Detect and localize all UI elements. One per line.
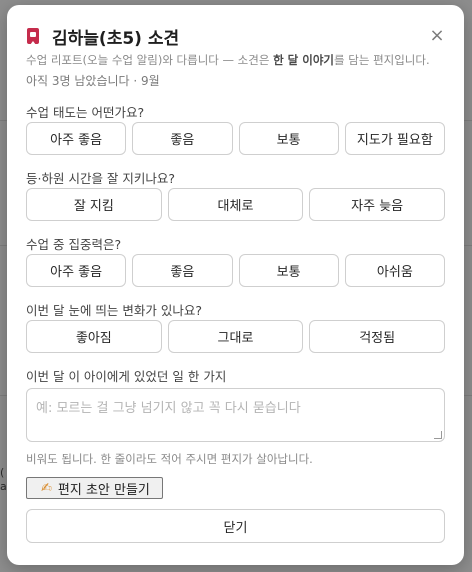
option-group: 좋아짐 그대로 걱정됨 [26,320,445,353]
close-button[interactable]: 닫기 [26,509,445,543]
question-label: 이번 달 눈에 띄는 변화가 있나요? [26,303,203,318]
modal-header: 김하늘(초5) 소견 × [26,23,445,49]
option-button[interactable]: 걱정됨 [309,320,445,353]
option-button[interactable]: 보통 [238,122,339,155]
option-button[interactable]: 자주 늦음 [309,188,445,221]
option-button[interactable]: 보통 [238,254,339,287]
option-group: 아주 좋음 좋음 보통 아쉬움 [26,254,445,287]
option-button[interactable]: 아쉬움 [344,254,445,287]
modal-title: 김하늘(초5) 소견 [52,28,180,49]
option-group: 아주 좋음 좋음 보통 지도가 필요함 [26,122,445,155]
make-draft-label: 편지 초안 만들기 [57,482,150,498]
resize-grip-icon[interactable] [434,431,442,439]
question-label: 수업 태도는 어떤가요? [26,105,145,120]
option-button[interactable]: 좋아짐 [26,320,162,353]
writing-hand-icon: ✍ [41,480,52,496]
close-icon[interactable]: × [429,27,445,45]
optional-hint: 비워도 됩니다. 한 줄이라도 적어 주시면 편지가 살아납니다. [26,452,313,466]
remaining-count: 아직 3명 남았습니다 · 9월 [26,74,160,88]
option-button[interactable]: 지도가 필요함 [344,122,445,155]
option-button[interactable]: 아주 좋음 [26,254,127,287]
option-button[interactable]: 잘 지킴 [26,188,162,221]
story-placeholder: 예: 모르는 걸 그냥 넘기지 않고 꼭 다시 묻습니다 [36,401,301,416]
option-group: 잘 지킴 대체로 자주 늦음 [26,188,445,221]
option-button[interactable]: 좋음 [132,254,233,287]
make-draft-button[interactable]: ✍ 편지 초안 만들기 [26,477,163,499]
opinion-modal: 김하늘(초5) 소견 × 수업 리포트(오늘 수업 알림)와 다릅니다 — 소견… [7,5,464,565]
option-button[interactable]: 그대로 [167,320,304,353]
option-button[interactable]: 아주 좋음 [26,122,127,155]
modal-description: 수업 리포트(오늘 수업 알림)와 다릅니다 — 소견은 한 달 이야기를 담는… [26,53,430,67]
story-label: 이번 달 이 아이에게 있었던 일 한 가지 [26,369,227,384]
bookmark-badge-icon [26,27,40,45]
question-label: 수업 중 집중력은? [26,237,122,252]
story-textarea[interactable]: 예: 모르는 걸 그냥 넘기지 않고 꼭 다시 묻습니다 [26,388,445,442]
option-button[interactable]: 대체로 [167,188,304,221]
question-label: 등·하원 시간을 잘 지키나요? [26,171,176,186]
option-button[interactable]: 좋음 [132,122,233,155]
